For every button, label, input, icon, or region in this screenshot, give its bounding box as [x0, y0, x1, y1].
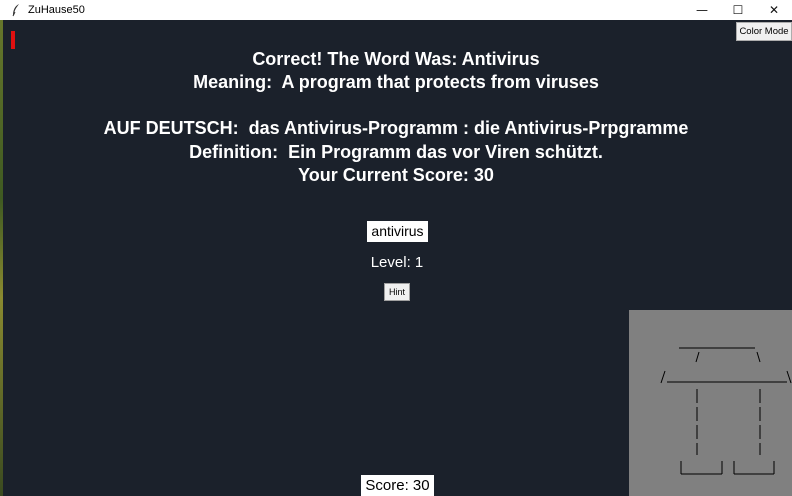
- window-title: ZuHause50: [28, 4, 85, 16]
- status-indicator: [11, 31, 15, 49]
- maximize-button[interactable]: ☐: [720, 0, 756, 20]
- level-label: Level: 1: [370, 254, 424, 271]
- minimize-button[interactable]: —: [684, 0, 720, 20]
- feedback-meaning: Meaning: A program that protects from vi…: [193, 72, 599, 92]
- hangman-ascii-drawing: [660, 347, 792, 475]
- color-mode-button[interactable]: Color Mode: [736, 22, 792, 41]
- window-controls: — ☐ ✕: [684, 0, 792, 20]
- app-window: ZuHause50 — ☐ ✕ Color Mode Correct! The …: [0, 0, 792, 496]
- hint-button[interactable]: Hint: [384, 283, 410, 301]
- score-label: Score: 30: [361, 475, 434, 496]
- feedback-current-score: Your Current Score: 30: [298, 165, 494, 185]
- feather-icon: [8, 2, 24, 18]
- answer-input[interactable]: antivirus: [367, 221, 428, 242]
- feedback-german: AUF DEUTSCH: das Antivirus-Programm : di…: [103, 118, 689, 138]
- hangman-panel: [629, 310, 792, 496]
- title-bar[interactable]: ZuHause50 — ☐ ✕: [0, 0, 792, 20]
- close-button[interactable]: ✕: [756, 0, 792, 20]
- feedback-definition: Definition: Ein Programm das vor Viren s…: [189, 142, 603, 162]
- feedback-correct-word: Correct! The Word Was: Antivirus: [252, 49, 540, 69]
